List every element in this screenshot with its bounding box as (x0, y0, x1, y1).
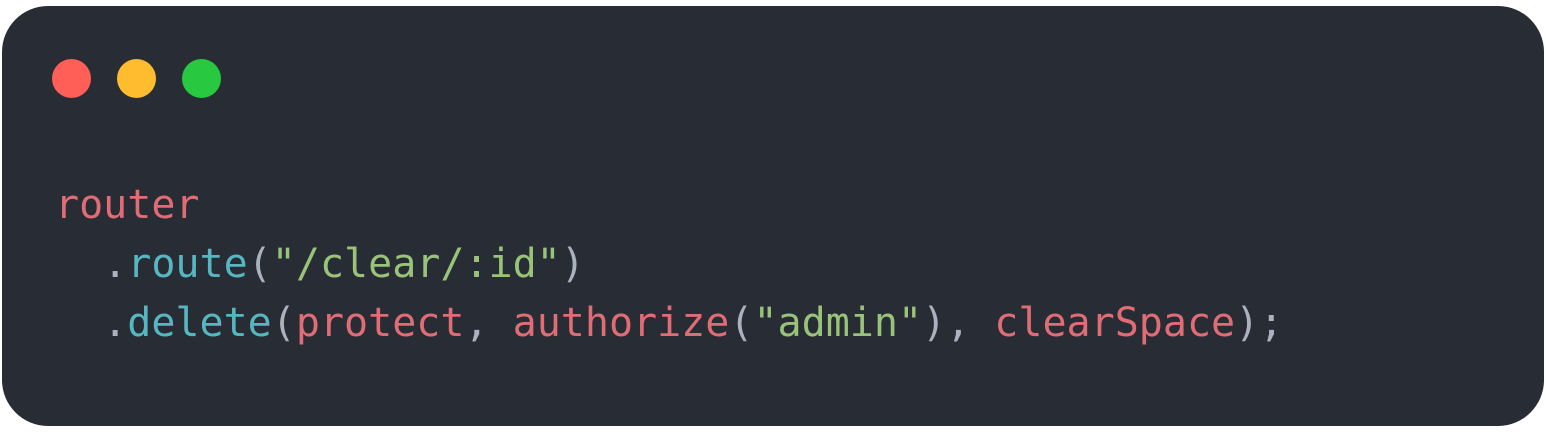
maximize-button[interactable] (182, 59, 221, 98)
window-controls (52, 59, 221, 98)
comma: , (464, 300, 513, 346)
close-paren: ) (560, 241, 585, 287)
comma: , (946, 300, 995, 346)
code-block: router .route("/clear/:id") .delete(prot… (55, 176, 1283, 353)
code-line-2: .route("/clear/:id") (55, 235, 1283, 294)
identifier-clearspace: clearSpace (994, 300, 1236, 346)
string-path: "/clear/:id" (271, 241, 561, 287)
code-line-1: router (55, 176, 1283, 235)
code-window: router .route("/clear/:id") .delete(prot… (2, 6, 1544, 426)
dot-punctuation: . (103, 241, 128, 287)
method-route: route (127, 241, 248, 287)
close-paren-semicolon: ); (1235, 300, 1284, 346)
string-admin: "admin" (753, 300, 923, 346)
close-paren: ) (922, 300, 947, 346)
dot-punctuation: . (103, 300, 128, 346)
close-button[interactable] (52, 59, 91, 98)
identifier-authorize: authorize (512, 300, 730, 346)
minimize-button[interactable] (117, 59, 156, 98)
open-paren: ( (247, 241, 272, 287)
open-paren: ( (729, 300, 754, 346)
identifier-protect: protect (295, 300, 465, 346)
identifier-router: router (55, 182, 200, 228)
open-paren: ( (271, 300, 296, 346)
method-delete: delete (127, 300, 272, 346)
code-line-3: .delete(protect, authorize("admin"), cle… (55, 294, 1283, 353)
